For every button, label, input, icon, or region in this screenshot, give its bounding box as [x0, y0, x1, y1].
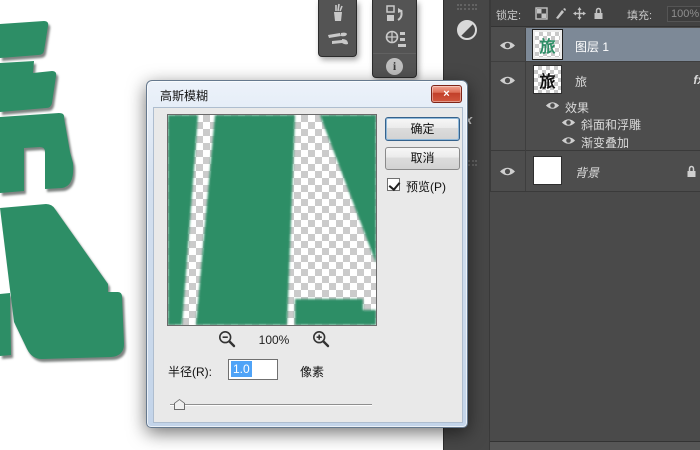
effect-row-gradient-overlay[interactable]: 渐变叠加: [491, 131, 700, 149]
fill-value[interactable]: 100%: [667, 6, 700, 22]
layer-row-layer1[interactable]: 旅 图层 1: [491, 28, 700, 62]
layer-locked-icon: [685, 165, 698, 178]
info-panel-icon[interactable]: i: [386, 58, 403, 75]
cancel-button[interactable]: 取消: [385, 147, 460, 170]
brush-panel-icon[interactable]: [326, 29, 350, 47]
clone-source-icon[interactable]: [383, 29, 407, 49]
lock-pixels-brush-icon[interactable]: [554, 7, 567, 20]
lock-label: 锁定:: [496, 7, 521, 23]
dialog-body: 确定 取消 预览(P) 100% 半径(R): 1.0: [153, 107, 463, 423]
eye-column-divider: [525, 28, 526, 191]
radius-slider-track[interactable]: [170, 404, 372, 406]
blur-preview[interactable]: [167, 114, 377, 326]
radius-unit-label: 像素: [300, 363, 324, 380]
layers-lock-bar: 锁定: 填充: 100%: [491, 0, 700, 27]
visibility-eye-icon[interactable]: [561, 117, 576, 128]
layer-fx-badge[interactable]: fx: [693, 73, 700, 87]
radius-value-selected-text: 1.0: [231, 361, 252, 377]
preview-checkbox-label: 预览(P): [406, 178, 446, 195]
preview-checkbox[interactable]: [387, 178, 400, 191]
adjustments-panel-icon[interactable]: [457, 20, 477, 40]
radius-label: 半径(R):: [168, 363, 212, 380]
layer-row-background[interactable]: 背景: [491, 151, 700, 191]
layers-panel-empty-area: [490, 192, 700, 441]
zoom-level: 100%: [246, 333, 302, 347]
layer-thumbnail[interactable]: [533, 156, 562, 185]
panel-strip-divider: [373, 53, 416, 54]
brush-presets-icon[interactable]: [327, 3, 349, 23]
effect-row-bevel-emboss[interactable]: 斜面和浮雕: [491, 114, 700, 131]
visibility-eye-icon[interactable]: [499, 166, 516, 177]
effect-label-gradient-overlay[interactable]: 渐变叠加: [581, 134, 629, 151]
layer-row-lv[interactable]: 旅 旅 fx: [491, 63, 700, 97]
ok-button[interactable]: 确定: [385, 117, 460, 141]
visibility-eye-icon[interactable]: [499, 40, 516, 51]
layer-name[interactable]: 背景: [575, 164, 599, 181]
gaussian-blur-dialog: 高斯模糊 × 确定 取消 预览(P): [146, 80, 468, 428]
layer-name[interactable]: 图层 1: [575, 38, 609, 55]
floating-panel-strip-brushes: [318, 0, 357, 57]
lock-all-icon[interactable]: [592, 7, 605, 20]
radius-input[interactable]: 1.0: [228, 359, 278, 380]
zoom-out-icon[interactable]: [218, 330, 236, 348]
layer-thumbnail[interactable]: 旅: [533, 30, 562, 59]
visibility-eye-icon[interactable]: [499, 75, 516, 86]
dialog-close-button[interactable]: ×: [431, 85, 462, 103]
dialog-title: 高斯模糊: [160, 87, 208, 104]
visibility-eye-icon[interactable]: [561, 135, 576, 146]
floating-panel-strip-history: i: [372, 0, 417, 78]
layers-panel-bottom-edge: [490, 441, 700, 450]
dock-grip-handle[interactable]: [457, 4, 477, 10]
blur-preview-image: [168, 115, 376, 325]
radius-slider-thumb[interactable]: [174, 399, 185, 410]
fill-label: 填充:: [627, 7, 652, 23]
effects-group-row[interactable]: 效果: [491, 97, 700, 114]
layer-thumbnail[interactable]: 旅: [533, 65, 562, 94]
lock-position-move-icon[interactable]: [573, 7, 586, 20]
history-panel-icon[interactable]: [383, 3, 407, 25]
photoshop-window: i fx 锁定:: [0, 0, 700, 450]
zoom-in-icon[interactable]: [312, 330, 330, 348]
visibility-eye-icon[interactable]: [545, 100, 560, 111]
lock-transparency-icon[interactable]: [535, 7, 548, 20]
layer-name[interactable]: 旅: [575, 73, 587, 90]
